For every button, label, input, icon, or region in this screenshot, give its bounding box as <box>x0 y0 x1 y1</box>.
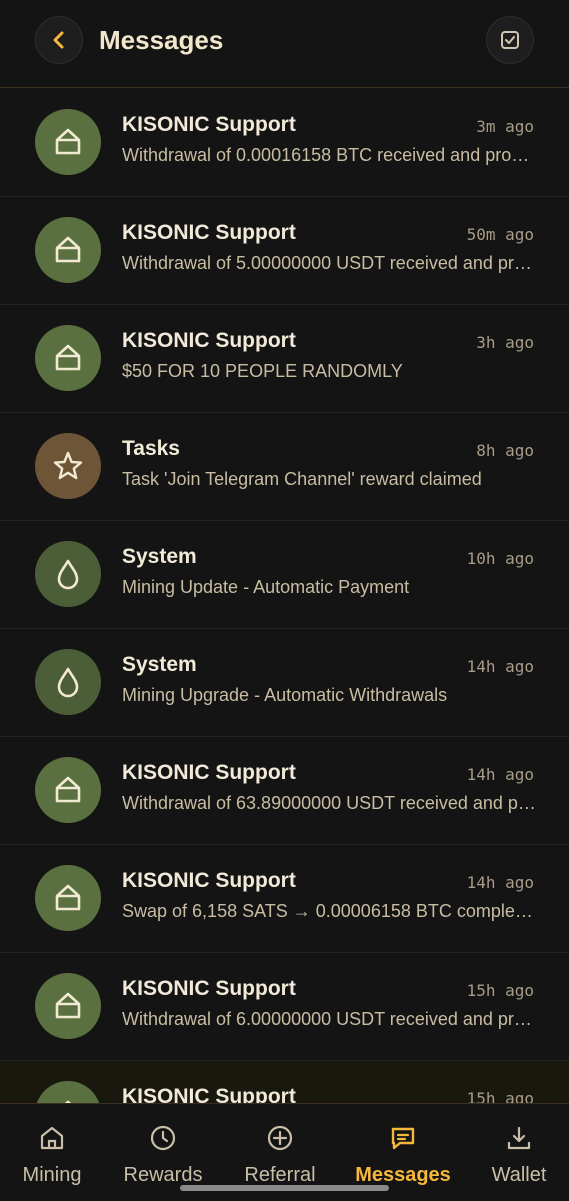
house-icon <box>55 992 81 1019</box>
message-preview: Withdrawal of 5.00000000 USDT received a… <box>122 253 537 273</box>
message-row[interactable]: System 10h ago Mining Update - Automatic P… <box>0 521 569 629</box>
header: Messages <box>0 0 569 88</box>
nav-label: Rewards <box>123 1164 203 1186</box>
message-preview: Mining Upgrade - Automatic Withdrawals <box>122 685 448 705</box>
message-time: 10h ago <box>466 549 534 568</box>
message-row[interactable]: System 14h ago Mining Upgrade - Automatic … <box>0 629 569 737</box>
clock-icon <box>149 1122 177 1154</box>
sender-avatar <box>35 757 101 823</box>
sender-avatar <box>35 109 101 175</box>
house-icon <box>55 344 81 371</box>
house-icon <box>55 776 81 803</box>
message-preview: Withdrawal of 63.89000000 USDT received … <box>122 793 537 813</box>
message-row[interactable]: Tasks 8h ago Task 'Join Telegram Channel' … <box>0 413 569 521</box>
message-row[interactable]: KISONIC Support 15h ago Withdrawal of 6.00… <box>0 953 569 1061</box>
message-sender: KISONIC Support <box>122 329 296 352</box>
message-row[interactable]: KISONIC Support 3m ago Withdrawal of 0.000… <box>0 89 569 197</box>
page-title: Messages <box>99 25 224 55</box>
chat-icon <box>389 1122 417 1154</box>
message-time: 15h ago <box>466 981 534 1000</box>
message-time: 14h ago <box>466 765 534 784</box>
message-preview: Withdrawal of 6.00000000 USDT received a… <box>122 1009 537 1029</box>
message-list: KISONIC Support 3m ago Withdrawal of 0.000… <box>0 89 569 1169</box>
download-icon <box>505 1122 533 1154</box>
back-button[interactable] <box>35 16 83 64</box>
drop-icon <box>57 559 79 590</box>
sender-avatar <box>35 433 101 499</box>
nav-label: Referral <box>244 1164 316 1186</box>
nav-item-wallet[interactable]: Wallet <box>459 1104 569 1201</box>
message-sender: KISONIC Support <box>122 869 296 892</box>
nav-label: Wallet <box>491 1164 547 1186</box>
message-preview: Withdrawal of 0.00016158 BTC received an… <box>122 145 537 165</box>
message-sender: KISONIC Support <box>122 221 296 244</box>
message-preview: $50 FOR 10 PEOPLE RANDOMLY <box>122 361 403 381</box>
sender-avatar <box>35 649 101 715</box>
star-icon <box>53 451 83 480</box>
house-icon <box>55 236 81 263</box>
nav-item-mining[interactable]: Mining <box>0 1104 112 1201</box>
message-sender: Tasks <box>122 437 180 460</box>
message-time: 14h ago <box>466 657 534 676</box>
message-time: 14h ago <box>466 873 534 892</box>
sender-avatar <box>35 865 101 931</box>
message-sender: System <box>122 545 197 568</box>
message-row[interactable]: KISONIC Support 14h ago Swap of 6,158 SATS… <box>0 845 569 953</box>
message-time: 50m ago <box>466 225 534 244</box>
nav-label: Messages <box>355 1164 451 1186</box>
message-sender: KISONIC Support <box>122 761 296 784</box>
sender-avatar <box>35 325 101 391</box>
sender-avatar <box>35 541 101 607</box>
drop-icon <box>57 667 79 698</box>
message-preview: Task 'Join Telegram Channel' reward clai… <box>122 469 482 489</box>
message-sender: KISONIC Support <box>122 113 296 136</box>
message-row[interactable]: KISONIC Support 3h ago $50 FOR 10 PEOPLE R… <box>0 305 569 413</box>
house-icon <box>55 128 81 155</box>
sender-avatar <box>35 217 101 283</box>
message-row[interactable]: KISONIC Support 14h ago Withdrawal of 63.8… <box>0 737 569 845</box>
plus-circle-icon <box>266 1122 294 1154</box>
message-sender: KISONIC Support <box>122 977 296 1000</box>
message-time: 3m ago <box>476 117 534 136</box>
message-time: 3h ago <box>476 333 534 352</box>
message-preview: Swap of 6,158 SATS → 0.00006158 BTC comp… <box>122 901 537 921</box>
house-icon <box>55 884 81 911</box>
message-preview: Mining Update - Automatic Payment <box>122 577 410 597</box>
checkbox-icon <box>501 31 519 49</box>
mark-all-read-button[interactable] <box>486 16 534 64</box>
nav-label: Mining <box>22 1164 82 1186</box>
sender-avatar <box>35 973 101 1039</box>
message-time: 8h ago <box>476 441 534 460</box>
home-indicator <box>180 1185 389 1191</box>
message-row[interactable]: KISONIC Support 50m ago Withdrawal of 5.00… <box>0 197 569 305</box>
chevron-left-icon <box>53 31 64 49</box>
home-icon <box>38 1122 66 1154</box>
message-sender: System <box>122 653 197 676</box>
